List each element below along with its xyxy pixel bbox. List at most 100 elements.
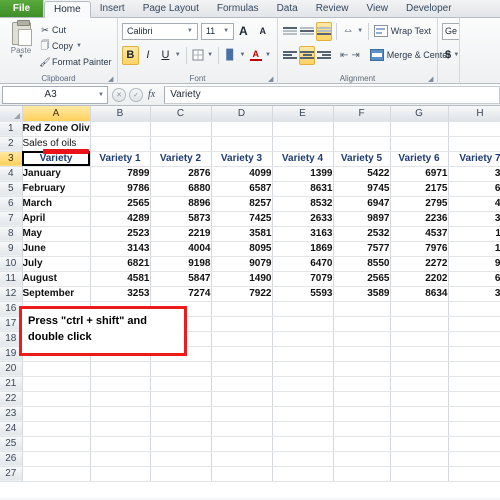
cell-A22[interactable] <box>22 391 91 407</box>
row-header-4[interactable]: 4 <box>0 166 23 182</box>
cell-G1[interactable] <box>390 121 449 137</box>
fill-color-button[interactable]: ▉ <box>222 46 239 65</box>
cell-H4[interactable]: 314 <box>448 166 500 182</box>
underline-chevron-down-icon[interactable]: ▼ <box>175 52 181 58</box>
cell-F3[interactable]: Variety 5 <box>333 151 391 167</box>
cell-G8[interactable]: 4537 <box>390 226 449 242</box>
column-header-g[interactable]: G <box>390 106 449 122</box>
cell-C7[interactable]: 5873 <box>150 211 212 227</box>
underline-button[interactable]: U <box>157 46 174 65</box>
cell-E11[interactable]: 7079 <box>272 271 334 287</box>
cell-G4[interactable]: 6971 <box>390 166 449 182</box>
grow-font-button[interactable]: A <box>234 22 252 41</box>
cell-H5[interactable]: 682 <box>448 181 500 197</box>
cell-D9[interactable]: 8095 <box>211 241 273 257</box>
cell-E1[interactable] <box>272 121 334 137</box>
tab-review[interactable]: Review <box>307 0 358 17</box>
cell-C9[interactable]: 4004 <box>150 241 212 257</box>
cell-D22[interactable] <box>211 391 273 407</box>
cell-C5[interactable]: 6880 <box>150 181 212 197</box>
cell-E8[interactable]: 3163 <box>272 226 334 242</box>
row-header-21[interactable]: 21 <box>0 376 23 392</box>
cell-F27[interactable] <box>333 466 391 482</box>
cell-H22[interactable] <box>448 391 500 407</box>
cell-G23[interactable] <box>390 406 449 422</box>
row-header-20[interactable]: 20 <box>0 361 23 377</box>
cell-B24[interactable] <box>90 421 151 437</box>
cell-F1[interactable] <box>333 121 391 137</box>
cell-C24[interactable] <box>150 421 212 437</box>
cell-E17[interactable] <box>272 316 334 332</box>
cell-G7[interactable]: 2236 <box>390 211 449 227</box>
cell-G11[interactable]: 2202 <box>390 271 449 287</box>
cell-B8[interactable]: 2523 <box>90 226 151 242</box>
font-color-button[interactable]: A <box>247 46 264 65</box>
cell-A11[interactable]: August <box>22 271 91 287</box>
copy-button[interactable]: 🗍 Copy ▼ <box>38 38 113 54</box>
cell-D3[interactable]: Variety 3 <box>211 151 273 167</box>
font-dialog-launcher-icon[interactable]: ◢ <box>268 76 275 83</box>
row-header-5[interactable]: 5 <box>0 181 23 197</box>
cell-F16[interactable] <box>333 301 391 317</box>
cell-A7[interactable]: April <box>22 211 91 227</box>
clipboard-dialog-launcher-icon[interactable]: ◢ <box>108 76 115 83</box>
cell-H12[interactable]: 339 <box>448 286 500 302</box>
cell-F6[interactable]: 6947 <box>333 196 391 212</box>
column-header-f[interactable]: F <box>333 106 391 122</box>
cell-G2[interactable] <box>390 136 449 152</box>
cell-B6[interactable]: 2565 <box>90 196 151 212</box>
cell-H9[interactable]: 199 <box>448 241 500 257</box>
row-header-23[interactable]: 23 <box>0 406 23 422</box>
fill-color-chevron-down-icon[interactable]: ▼ <box>240 52 246 58</box>
tab-data[interactable]: Data <box>268 0 307 17</box>
cell-E4[interactable]: 1399 <box>272 166 334 182</box>
cell-A5[interactable]: February <box>22 181 91 197</box>
cell-D23[interactable] <box>211 406 273 422</box>
row-header-6[interactable]: 6 <box>0 196 23 212</box>
cell-G24[interactable] <box>390 421 449 437</box>
chevron-down-icon[interactable]: ▼ <box>98 92 107 98</box>
cell-G20[interactable] <box>390 361 449 377</box>
cell-C23[interactable] <box>150 406 212 422</box>
cell-B11[interactable]: 4581 <box>90 271 151 287</box>
italic-button[interactable]: I <box>140 46 157 65</box>
enter-formula-button[interactable]: ✓ <box>129 87 143 102</box>
cell-D8[interactable]: 3581 <box>211 226 273 242</box>
cell-F7[interactable]: 9897 <box>333 211 391 227</box>
cell-D20[interactable] <box>211 361 273 377</box>
cell-E2[interactable] <box>272 136 334 152</box>
align-middle-button[interactable] <box>299 22 315 41</box>
cell-G9[interactable]: 7976 <box>390 241 449 257</box>
cell-E16[interactable] <box>272 301 334 317</box>
cell-F24[interactable] <box>333 421 391 437</box>
chevron-down-icon[interactable]: ▼ <box>18 54 24 60</box>
cell-F23[interactable] <box>333 406 391 422</box>
worksheet-grid[interactable]: A B C D E F G H 1Red Zone Olive Oil Comp… <box>0 106 500 498</box>
cell-C25[interactable] <box>150 436 212 452</box>
cell-C21[interactable] <box>150 376 212 392</box>
paste-button[interactable]: Paste ▼ <box>4 20 38 72</box>
cell-G10[interactable]: 2272 <box>390 256 449 272</box>
column-header-a[interactable]: A <box>22 106 91 122</box>
cell-A6[interactable]: March <box>22 196 91 212</box>
cell-F18[interactable] <box>333 331 391 347</box>
cell-B5[interactable]: 9786 <box>90 181 151 197</box>
cell-E10[interactable]: 6470 <box>272 256 334 272</box>
cell-F2[interactable] <box>333 136 391 152</box>
cell-A20[interactable] <box>22 361 91 377</box>
cell-A8[interactable]: May <box>22 226 91 242</box>
cell-H25[interactable] <box>448 436 500 452</box>
align-center-button[interactable] <box>299 45 315 65</box>
cell-D24[interactable] <box>211 421 273 437</box>
cell-G16[interactable] <box>390 301 449 317</box>
chevron-down-icon[interactable]: ▼ <box>76 43 82 49</box>
cell-G22[interactable] <box>390 391 449 407</box>
cell-F21[interactable] <box>333 376 391 392</box>
cell-D5[interactable]: 6587 <box>211 181 273 197</box>
orientation-chevron-down-icon[interactable]: ▼ <box>357 28 363 34</box>
cell-H23[interactable] <box>448 406 500 422</box>
borders-button[interactable] <box>190 46 207 65</box>
cell-G27[interactable] <box>390 466 449 482</box>
decrease-indent-button[interactable]: ⇤ <box>339 46 349 65</box>
cell-D11[interactable]: 1490 <box>211 271 273 287</box>
